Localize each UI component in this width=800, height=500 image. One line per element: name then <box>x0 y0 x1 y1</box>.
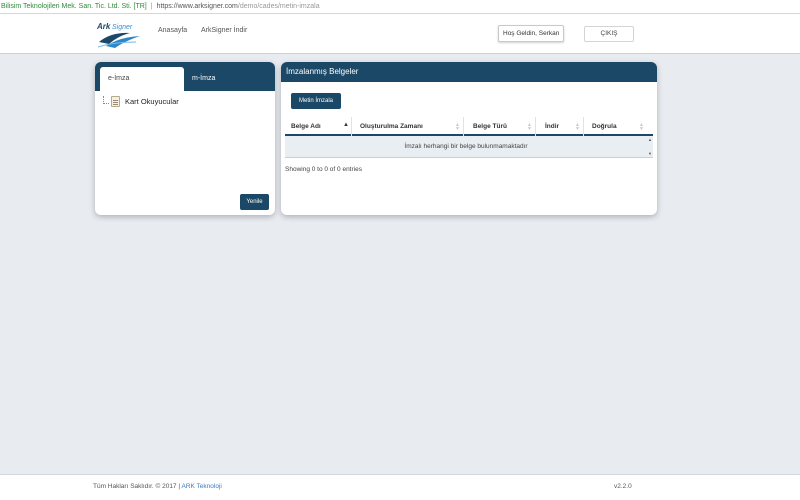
site-header: Ark Signer Anasayfa ArkSigner İndir Hoş … <box>0 14 800 54</box>
documents-table: Belge Adı ▲ Oluşturulma Zamanı ▲ ▼ Belge … <box>285 117 653 158</box>
copyright-label: Tüm Hakları Saklıdır. © 2017 | <box>93 483 181 490</box>
column-header-verify[interactable]: Doğrula ▲ ▼ <box>584 117 647 136</box>
certificate-label[interactable]: Bilisim Teknolojileri Mek. San. Tic. Ltd… <box>0 3 147 10</box>
url-host: https://www.arksigner.com <box>156 3 238 10</box>
svg-text:Ark: Ark <box>96 22 111 31</box>
sign-text-button[interactable]: Metin İmzala <box>291 93 341 109</box>
signed-documents-panel: İmzalanmış Belgeler Metin İmzala Belge A… <box>281 62 657 215</box>
table-scrollbar[interactable]: ▲ ▼ <box>647 136 653 158</box>
column-label: İndir <box>545 123 560 130</box>
column-label: Belge Adı <box>291 123 321 130</box>
tab-e-imza[interactable]: e-İmza <box>100 67 184 91</box>
table-header: Belge Adı ▲ Oluşturulma Zamanı ▲ ▼ Belge … <box>285 117 653 136</box>
column-label: Oluşturulma Zamanı <box>360 123 423 130</box>
tree-item-label: Kart Okuyucular <box>125 97 179 106</box>
tree-connector <box>103 96 109 104</box>
table-body: İmzalı herhangi bir belge bulunmamaktadı… <box>285 136 653 158</box>
sort-both-icon: ▲ ▼ <box>639 122 644 132</box>
nav-download-link[interactable]: ArkSigner İndir <box>201 27 247 34</box>
panel-title: İmzalanmış Belgeler <box>281 62 657 82</box>
sort-both-icon: ▲ ▼ <box>575 122 580 132</box>
signature-source-panel: e-İmza m-İmza Kart Okuyucular Yenile <box>95 62 275 215</box>
nav-home-link[interactable]: Anasayfa <box>158 27 187 34</box>
svg-text:Signer: Signer <box>112 24 133 31</box>
arksigner-logo[interactable]: Ark Signer <box>96 20 142 50</box>
address-separator: | <box>150 3 153 10</box>
browser-address-bar[interactable]: Bilisim Teknolojileri Mek. San. Tic. Ltd… <box>0 0 800 14</box>
signature-tabs: e-İmza m-İmza <box>95 62 275 91</box>
tab-m-imza[interactable]: m-İmza <box>192 67 215 91</box>
refresh-button[interactable]: Yenile <box>240 194 269 210</box>
version-label: v2.2.0 <box>614 483 632 490</box>
column-header-created-time[interactable]: Oluşturulma Zamanı ▲ ▼ <box>352 117 464 136</box>
column-header-document-name[interactable]: Belge Adı ▲ <box>285 117 352 136</box>
site-footer: Tüm Hakları Saklıdır. © 2017 | ARK Tekno… <box>0 474 800 500</box>
column-header-download[interactable]: İndir ▲ ▼ <box>536 117 584 136</box>
empty-table-message: İmzalı herhangi bir belge bulunmamaktadı… <box>404 143 528 150</box>
logout-button[interactable]: ÇIKIŞ <box>584 26 634 42</box>
card-reader-icon <box>111 96 120 107</box>
url-path: /demo/cades/metin-imzala <box>237 3 320 10</box>
column-label: Belge Türü <box>473 123 507 130</box>
copyright-text: Tüm Hakları Saklıdır. © 2017 | ARK Tekno… <box>93 483 222 490</box>
welcome-badge: Hoş Geldin, Serkan <box>498 25 565 42</box>
column-header-document-type[interactable]: Belge Türü ▲ ▼ <box>464 117 536 136</box>
sort-both-icon: ▲ ▼ <box>527 122 532 132</box>
sort-ascending-icon: ▲ <box>343 122 349 128</box>
company-link[interactable]: ARK Teknoloji <box>182 483 222 490</box>
table-info: Showing 0 to 0 of 0 entries <box>285 166 362 173</box>
sort-both-icon: ▲ ▼ <box>455 122 460 132</box>
column-label: Doğrula <box>592 123 617 130</box>
